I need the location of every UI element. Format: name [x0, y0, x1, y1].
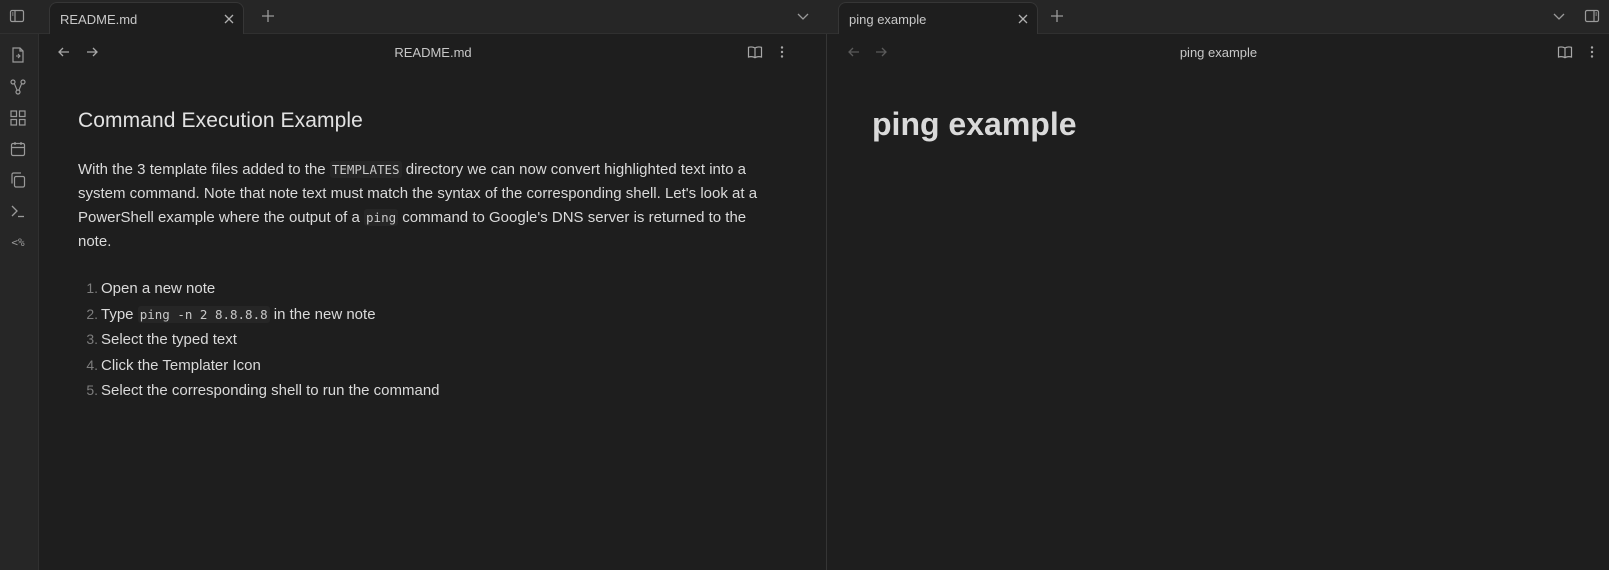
- tab-title: README.md: [60, 12, 138, 27]
- list-number: 5.: [86, 382, 98, 399]
- right-sidebar-toggle-icon[interactable]: [1584, 8, 1600, 24]
- list-item-text: Click the Templater Icon: [101, 356, 261, 374]
- paragraph-text: With the 3 template files added to the: [78, 161, 330, 178]
- list-item-text: Select the corresponding shell to run th…: [101, 382, 440, 400]
- note-content[interactable]: Command Execution Example With the 3 tem…: [40, 34, 826, 570]
- tab-ping-example[interactable]: ping example: [838, 2, 1038, 35]
- list-item: 3. Select the typed text: [78, 327, 440, 353]
- left-ribbon: <%: [0, 34, 39, 570]
- editor-pane-right: ping example ping example: [828, 34, 1609, 570]
- templater-icon[interactable]: <%: [6, 232, 30, 252]
- steps-list: 1. Open a new note 2. Type ping -n 2 8.8.8…: [78, 276, 440, 404]
- templater-icon-label: <%: [11, 235, 25, 249]
- plugins-icon[interactable]: [8, 108, 28, 128]
- new-tab-icon[interactable]: [260, 8, 276, 24]
- note-heading: Command Execution Example: [78, 109, 363, 132]
- new-tab-icon[interactable]: [1049, 8, 1065, 24]
- list-item: 5. Select the corresponding shell to run …: [78, 378, 440, 404]
- open-note-icon[interactable]: [8, 45, 28, 65]
- tab-list-chevron-down-icon[interactable]: [795, 8, 811, 24]
- list-number: 1.: [86, 280, 98, 296]
- tab-title: ping example: [849, 12, 927, 27]
- list-number: 4.: [86, 356, 98, 373]
- list-item-text: in the new note: [269, 305, 376, 323]
- tab-readme[interactable]: README.md: [49, 2, 244, 35]
- copy-icon[interactable]: [8, 170, 28, 190]
- inline-code: ping: [364, 209, 399, 226]
- close-icon[interactable]: [1016, 12, 1030, 26]
- list-item: 1. Open a new note: [78, 276, 440, 302]
- tab-strip: README.md ping example: [0, 0, 1609, 35]
- graph-icon[interactable]: [8, 77, 28, 97]
- list-item-text: Select the typed text: [101, 331, 237, 349]
- note-content[interactable]: ping example: [828, 34, 1609, 570]
- note-paragraph: With the 3 template files added to the T…: [78, 158, 778, 254]
- sidebar-toggle-icon[interactable]: [9, 8, 25, 24]
- inline-code: ping -n 2 8.8.8.8: [137, 305, 270, 323]
- editor-pane-left: README.md Command Execution Example With…: [40, 34, 827, 570]
- note-heading: ping example: [872, 106, 1077, 142]
- list-item: 4. Click the Templater Icon: [78, 353, 440, 379]
- calendar-icon[interactable]: [8, 139, 28, 159]
- close-icon[interactable]: [222, 12, 236, 26]
- terminal-icon[interactable]: [8, 201, 28, 221]
- list-number: 3.: [86, 331, 98, 348]
- inline-code: TEMPLATES: [329, 161, 402, 178]
- list-item-text: Open a new note: [101, 280, 216, 297]
- list-number: 2.: [86, 305, 98, 322]
- list-item: 2. Type ping -n 2 8.8.8.8 in the new note: [78, 302, 440, 328]
- list-item-text: Type: [101, 305, 138, 323]
- tab-list-chevron-down-icon[interactable]: [1551, 8, 1567, 24]
